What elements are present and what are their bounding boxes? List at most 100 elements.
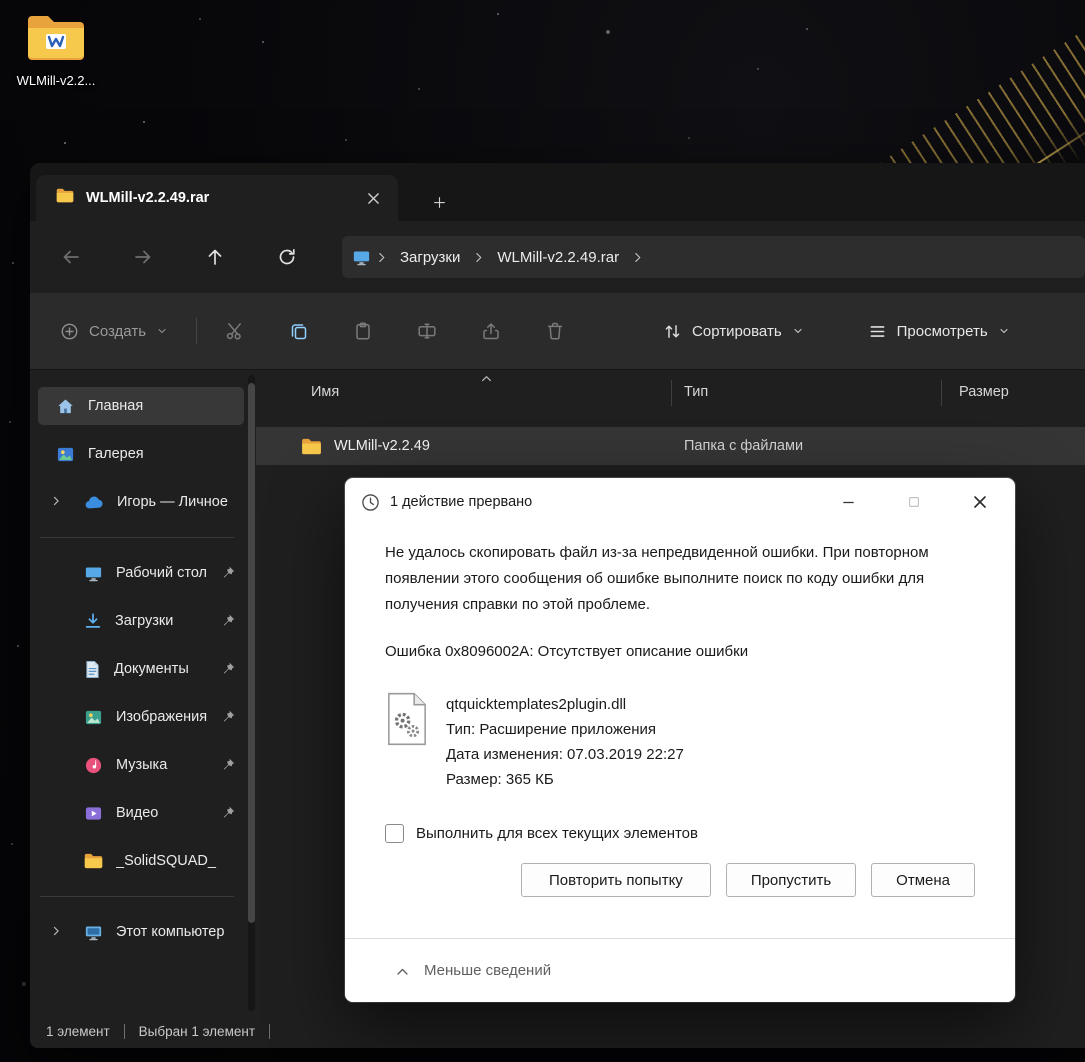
apply-to-all-checkbox[interactable]: [385, 824, 404, 843]
refresh-icon: [279, 248, 295, 265]
retry-button[interactable]: Повторить попытку: [520, 863, 711, 897]
sidebar-item-this-pc[interactable]: Этот компьютер: [38, 913, 244, 951]
file-name: WLMill-v2.2.49: [334, 438, 430, 454]
new-tab-button[interactable]: [422, 185, 456, 219]
column-header-type[interactable]: Тип: [684, 384, 708, 400]
arrow-right-icon: [135, 250, 151, 264]
sort-button[interactable]: Сортировать: [651, 309, 816, 353]
plus-circle-icon: [61, 323, 78, 339]
document-icon: [84, 660, 101, 679]
view-button[interactable]: Просмотреть: [856, 309, 1022, 353]
sidebar-item-videos[interactable]: Видео: [38, 794, 244, 832]
file-info-modified: Дата изменения: 07.03.2019 22:27: [446, 746, 684, 763]
music-icon: [84, 756, 103, 775]
tab-wlmill[interactable]: WLMill-v2.2.49.rar: [36, 175, 398, 221]
dialog-title-bar[interactable]: 1 действие прервано: [345, 478, 1015, 526]
sidebar-item-pictures[interactable]: Изображения: [38, 698, 244, 736]
column-divider[interactable]: [941, 380, 942, 406]
pin-icon: [221, 613, 236, 632]
sidebar-item-label: Главная: [88, 398, 144, 414]
create-button[interactable]: Создать: [46, 309, 182, 353]
share-button[interactable]: [467, 309, 515, 353]
view-icon: [870, 325, 885, 337]
dialog-title: 1 действие прервано: [390, 494, 533, 510]
share-icon: [483, 323, 499, 340]
breadcrumb-downloads[interactable]: Загрузки: [392, 245, 468, 270]
chevron-right-icon: [631, 251, 644, 264]
delete-button[interactable]: [531, 309, 579, 353]
tab-close-button[interactable]: [358, 183, 388, 213]
command-bar: Создать Сортировать Просмотреть: [30, 293, 1085, 370]
column-divider[interactable]: [671, 380, 672, 406]
sidebar-item-desktop[interactable]: Рабочий стол: [38, 554, 244, 592]
sidebar-item-documents[interactable]: Документы: [38, 650, 244, 688]
address-bar[interactable]: Загрузки WLMill-v2.2.49.rar: [342, 236, 1085, 278]
close-icon: [974, 496, 986, 508]
dialog-body: Не удалось скопировать файл из-за непред…: [345, 526, 1015, 897]
file-row-wlmill-folder[interactable]: WLMill-v2.2.49 Папка с файлами: [256, 427, 1085, 465]
close-button[interactable]: [947, 478, 1013, 526]
arrow-up-icon: [208, 249, 222, 265]
dialog-message: Не удалось скопировать файл из-за непред…: [385, 544, 929, 613]
skip-button[interactable]: Пропустить: [725, 863, 857, 897]
copy-button[interactable]: [275, 309, 323, 353]
sidebar-divider: [40, 896, 234, 897]
folder-icon: [84, 853, 103, 869]
computer-icon: [84, 924, 103, 941]
rename-icon: [418, 323, 436, 339]
paste-button[interactable]: [339, 309, 387, 353]
file-info-block: qtquicktemplates2plugin.dll Тип: Расшире…: [385, 692, 975, 792]
folder-icon: [24, 16, 88, 68]
sidebar-item-onedrive[interactable]: Игорь — Личное: [38, 483, 244, 521]
sidebar-item-home[interactable]: Главная: [38, 387, 244, 425]
navigation-pane: Главная Галерея Игорь — Личное Рабочий с…: [30, 371, 256, 1015]
maximize-button[interactable]: [881, 478, 947, 526]
view-label: Просмотреть: [896, 322, 988, 340]
sidebar-item-label: Галерея: [88, 446, 144, 462]
this-pc-icon: [352, 249, 371, 266]
cut-icon: [226, 323, 241, 340]
up-button[interactable]: [192, 234, 238, 280]
pin-icon: [221, 757, 236, 776]
minimize-button[interactable]: [815, 478, 881, 526]
home-icon: [56, 397, 75, 416]
pin-icon: [221, 661, 236, 680]
status-item-count: 1 элемент: [46, 1024, 110, 1039]
desktop-icon-wlmill[interactable]: WLMill-v2.2...: [6, 12, 106, 88]
navigation-bar: Загрузки WLMill-v2.2.49.rar: [30, 221, 1085, 293]
status-bar: 1 элемент Выбран 1 элемент: [30, 1015, 1085, 1048]
rename-button[interactable]: [403, 309, 451, 353]
copy-icon: [291, 324, 307, 340]
trash-icon: [547, 322, 563, 340]
column-header-size[interactable]: Размер: [959, 384, 1009, 400]
sidebar-item-gallery[interactable]: Галерея: [38, 435, 244, 473]
maximize-icon: [909, 497, 919, 507]
clock-icon: [361, 493, 380, 512]
error-code-line: Ошибка 0x8096002A: Отсутствует описание …: [385, 643, 749, 660]
cancel-button[interactable]: Отмена: [871, 863, 975, 897]
folder-icon: [56, 188, 74, 208]
chevron-right-icon[interactable]: [50, 925, 62, 937]
sidebar-item-solidsquad[interactable]: _SolidSQUAD_: [38, 842, 244, 880]
sort-icon: [665, 324, 680, 338]
apply-to-all-label[interactable]: Выполнить для всех текущих элементов: [416, 825, 698, 842]
chevron-right-icon[interactable]: [50, 495, 62, 507]
breadcrumb-archive[interactable]: WLMill-v2.2.49.rar: [489, 245, 627, 270]
details-toggle-label: Меньше сведений: [424, 962, 552, 979]
list-header: Имя Тип Размер: [256, 371, 1085, 417]
chevron-right-icon: [472, 251, 485, 264]
refresh-button[interactable]: [264, 234, 310, 280]
create-label: Создать: [89, 322, 147, 340]
sidebar-scrollbar[interactable]: [248, 375, 255, 1011]
details-toggle[interactable]: Меньше сведений: [345, 938, 1015, 1002]
back-button[interactable]: [48, 234, 94, 280]
sort-label: Сортировать: [692, 322, 782, 340]
gallery-icon: [56, 445, 75, 464]
file-info-name: qtquicktemplates2plugin.dll: [446, 696, 627, 713]
forward-button[interactable]: [120, 234, 166, 280]
column-header-name[interactable]: Имя: [311, 384, 339, 400]
sidebar-item-music[interactable]: Музыка: [38, 746, 244, 784]
scrollbar-thumb[interactable]: [248, 383, 255, 923]
cut-button[interactable]: [211, 309, 259, 353]
sidebar-item-downloads[interactable]: Загрузки: [38, 602, 244, 640]
